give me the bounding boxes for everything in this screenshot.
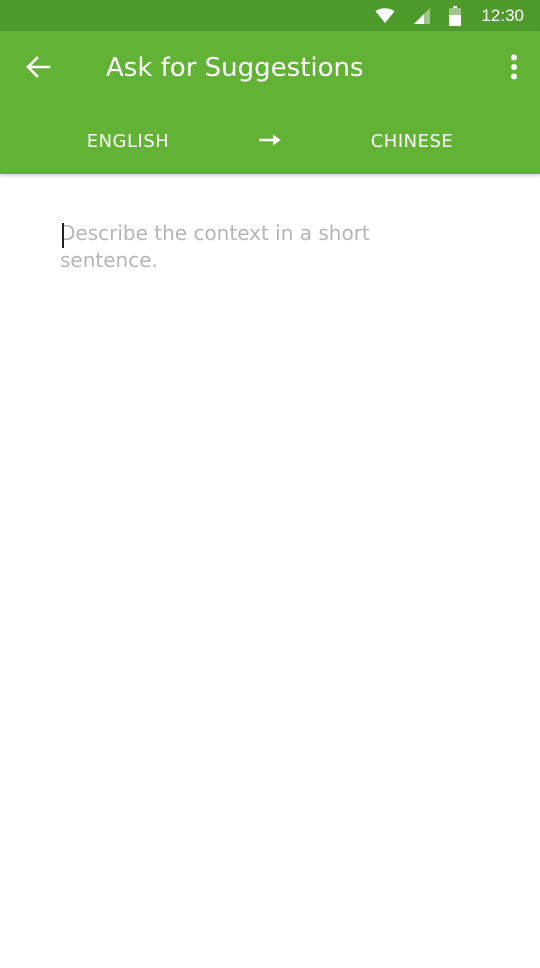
page-title: Ask for Suggestions bbox=[106, 53, 364, 83]
wifi-icon bbox=[375, 7, 395, 24]
language-direction-button[interactable] bbox=[248, 125, 292, 157]
context-input[interactable] bbox=[56, 216, 444, 304]
more-vertical-icon bbox=[510, 54, 518, 84]
text-cursor bbox=[62, 223, 64, 248]
cellular-signal-icon bbox=[413, 7, 431, 25]
arrow-right-icon bbox=[258, 132, 282, 151]
more-options-button[interactable] bbox=[494, 45, 534, 93]
source-language-button[interactable]: ENGLISH bbox=[60, 119, 196, 163]
battery-icon bbox=[449, 5, 462, 26]
status-time: 12:30 bbox=[481, 5, 524, 25]
app-bar: Ask for Suggestions ENGLISH CHINESE bbox=[0, 31, 540, 174]
arrow-back-icon bbox=[25, 56, 51, 82]
status-icons: 12:30 bbox=[375, 0, 524, 31]
target-language-button[interactable]: CHINESE bbox=[344, 119, 480, 163]
language-selector: ENGLISH CHINESE bbox=[0, 119, 540, 163]
back-button[interactable] bbox=[14, 45, 62, 93]
status-bar: 12:30 bbox=[0, 0, 540, 31]
